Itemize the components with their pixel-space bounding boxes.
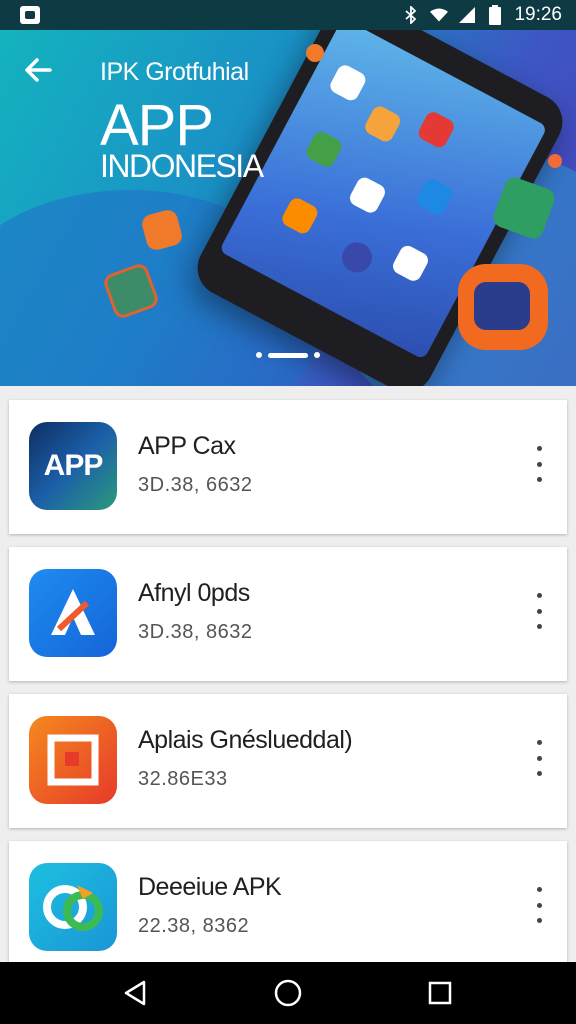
nav-home-icon[interactable] (268, 973, 308, 1013)
list-item[interactable]: Deeeiue APK 22.38, 8362 (9, 841, 567, 975)
navigation-bar (0, 962, 576, 1024)
signal-icon (458, 6, 476, 24)
app-meta: 32.86E33 (138, 768, 228, 790)
floating-app-icon (306, 44, 324, 62)
nav-recents-icon[interactable] (420, 973, 460, 1013)
app-logo-icon: APP (29, 422, 117, 510)
orange-frame-logo-icon (29, 716, 117, 804)
app-meta: 22.38, 8362 (138, 915, 250, 937)
more-vert-icon[interactable] (527, 593, 551, 629)
wifi-icon (430, 6, 449, 24)
floating-app-icon (474, 282, 530, 330)
bluetooth-icon (402, 6, 420, 24)
nav-back-icon[interactable] (116, 973, 156, 1013)
hero-banner: IPK Grotfuhial APP INDONESIA (0, 30, 576, 386)
hero-country: INDONESIA (100, 148, 264, 184)
app-meta: 3D.38, 8632 (138, 621, 253, 643)
app-notification-icon (20, 6, 40, 24)
status-time: 19:26 (514, 4, 562, 25)
list-item[interactable]: Afnyl 0pds 3D.38, 8632 (9, 547, 567, 681)
more-vert-icon[interactable] (527, 740, 551, 776)
status-bar: 19:26 (0, 0, 576, 30)
list-item[interactable]: Aplais Gnéslueddal) 32.86E33 (9, 694, 567, 828)
app-name: APP Cax (138, 432, 236, 460)
back-arrow-icon[interactable] (20, 52, 56, 88)
more-vert-icon[interactable] (527, 887, 551, 923)
hero-subtitle: IPK Grotfuhial (100, 58, 249, 86)
app-name: Afnyl 0pds (138, 579, 250, 607)
list-item[interactable]: APP APP Cax 3D.38, 6632 (9, 400, 567, 534)
app-list: APP APP Cax 3D.38, 6632 Afnyl 0pds 3D.38… (9, 400, 567, 988)
battery-icon (486, 5, 504, 25)
carousel-indicator (256, 352, 320, 358)
blue-a-logo-icon (29, 569, 117, 657)
app-name: Aplais Gnéslueddal) (138, 726, 353, 754)
floating-app-icon (548, 154, 562, 168)
app-meta: 3D.38, 6632 (138, 474, 253, 496)
more-vert-icon[interactable] (527, 446, 551, 482)
app-name: Deeeiue APK (138, 873, 282, 901)
teal-swirl-logo-icon (29, 863, 117, 951)
